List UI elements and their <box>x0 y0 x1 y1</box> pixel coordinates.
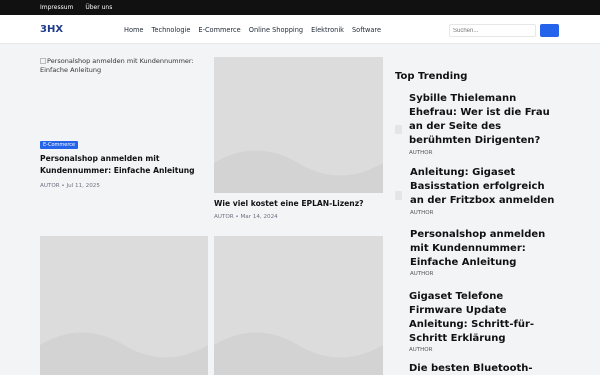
nav-home[interactable]: Home <box>124 26 143 34</box>
trending-item-author: AUTHOR <box>409 347 433 353</box>
about-link[interactable]: Über uns <box>85 4 112 11</box>
placeholder-wave <box>214 150 383 193</box>
main-header: 3HX Home Technologie E-Commerce Online S… <box>0 15 600 44</box>
placeholder-wave <box>214 332 383 375</box>
post-meta: AUTOR • Jul 11, 2025 <box>40 183 100 189</box>
broken-image-icon <box>40 58 46 64</box>
trending-thumbnail[interactable] <box>395 191 402 200</box>
post-image-alt: Personalshop anmelden mit Kundennummer: … <box>40 57 194 75</box>
top-bar: Impressum Über uns <box>0 0 600 15</box>
trending-item-title[interactable]: Personalshop anmelden mit Kundennummer: … <box>410 228 560 270</box>
trending-item-title[interactable]: Anleitung: Gigaset Basisstation erfolgre… <box>410 166 560 208</box>
post-title[interactable]: Personalshop anmelden mit Kundennummer: … <box>40 153 208 177</box>
trending-heading: Top Trending <box>395 71 468 82</box>
search-button[interactable] <box>540 24 559 37</box>
search-input[interactable] <box>449 24 536 37</box>
trending-item-title[interactable]: Gigaset Telefone Firmware Update Anleitu… <box>409 290 559 346</box>
post-image[interactable] <box>214 236 383 375</box>
nav-elektronik[interactable]: Elektronik <box>311 26 344 34</box>
nav-online-shopping[interactable]: Online Shopping <box>249 26 303 34</box>
post-image[interactable] <box>40 236 208 375</box>
post-meta: AUTOR • Mar 14, 2024 <box>214 214 278 220</box>
post-image-broken[interactable]: Personalshop anmelden mit Kundennummer: … <box>40 57 208 75</box>
trending-item-title[interactable]: Sybille Thielemann Ehefrau: Wer ist die … <box>409 92 559 148</box>
trending-item-title[interactable]: Die besten Bluetooth- <box>409 362 559 375</box>
post-title[interactable]: Wie viel kostet eine EPLAN-Lizenz? <box>214 198 383 210</box>
trending-item-author: AUTHOR <box>410 271 434 277</box>
main-nav: Home Technologie E-Commerce Online Shopp… <box>124 26 381 34</box>
trending-thumbnail[interactable] <box>395 125 402 134</box>
nav-software[interactable]: Software <box>352 26 381 34</box>
placeholder-wave <box>40 332 208 375</box>
nav-technologie[interactable]: Technologie <box>151 26 190 34</box>
nav-e-commerce[interactable]: E-Commerce <box>198 26 240 34</box>
trending-item-author: AUTHOR <box>409 150 433 156</box>
category-badge[interactable]: E-Commerce <box>40 141 79 149</box>
post-image[interactable] <box>214 57 383 193</box>
trending-item-author: AUTHOR <box>410 210 434 216</box>
site-logo[interactable]: 3HX <box>40 24 63 35</box>
impressum-link[interactable]: Impressum <box>40 4 73 11</box>
